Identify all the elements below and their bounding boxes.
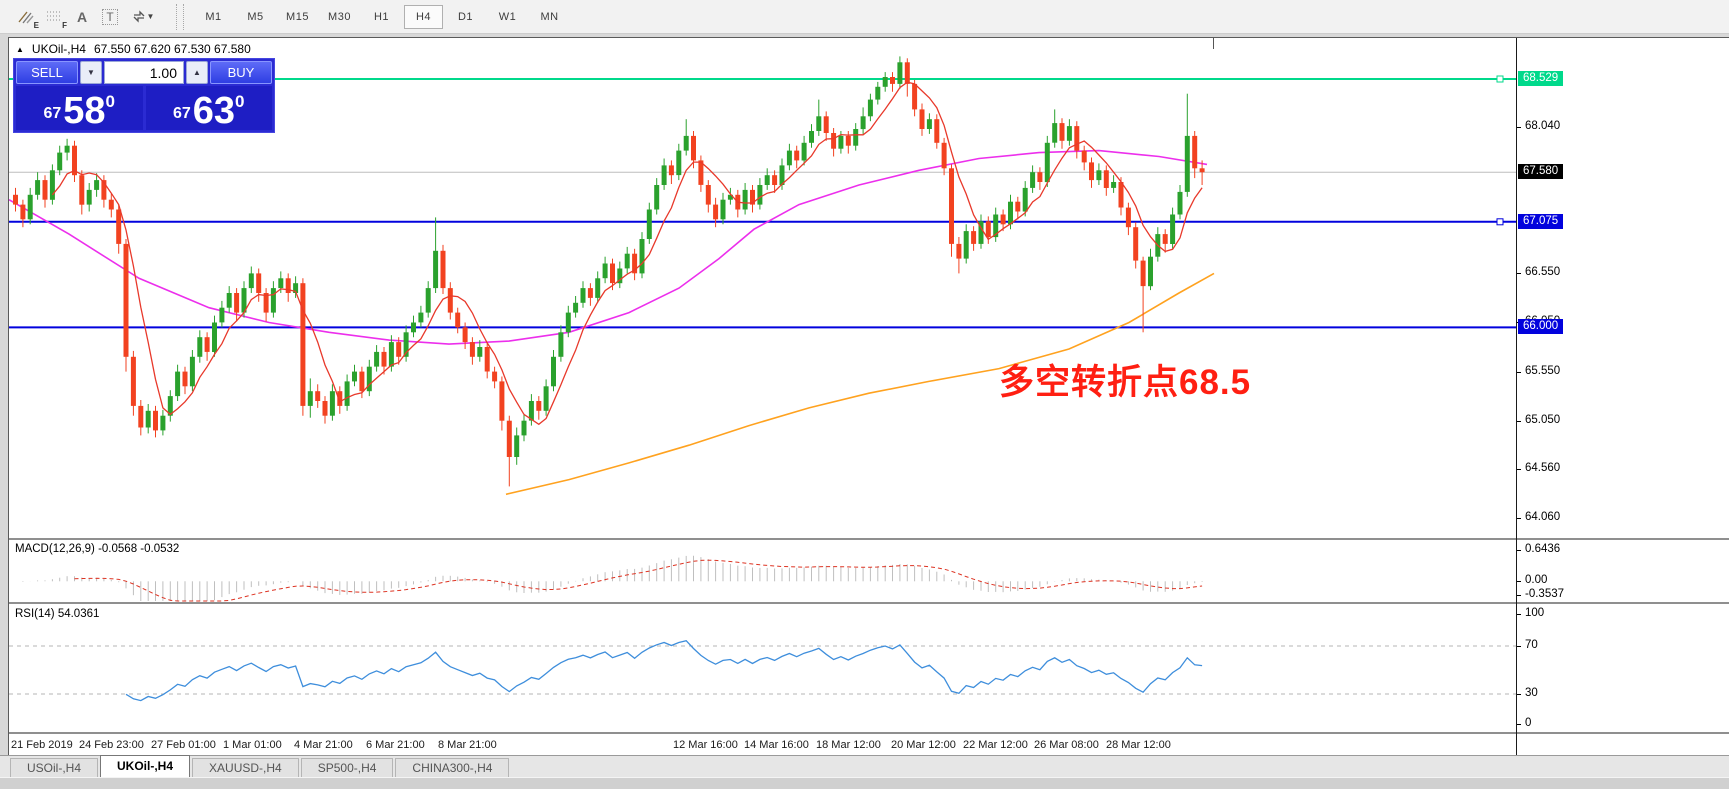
text-tool-icon[interactable]: A (68, 4, 96, 29)
price-axis-badge: 66.000 (1518, 319, 1563, 334)
time-axis-label: 26 Mar 08:00 (1034, 739, 1099, 751)
tool-t-label: T (102, 9, 117, 25)
chart-window: 68.04066.55066.05065.55065.05064.56064.0… (8, 37, 1729, 757)
time-axis-label: 24 Feb 23:00 (79, 739, 144, 751)
sell-price-main: 58 (63, 95, 105, 127)
timeframe-button-d1[interactable]: D1 (446, 5, 485, 29)
time-axis-label: 27 Feb 01:00 (151, 739, 216, 751)
macd-indicator-label: MACD(12,26,9) -0.0568 -0.0532 (15, 543, 179, 555)
buy-button[interactable]: BUY (210, 61, 272, 84)
rsi-indicator-label: RSI(14) 54.0361 (15, 608, 99, 620)
chart-tab-usoil-h4[interactable]: USOil-,H4 (10, 758, 98, 777)
dotted-grid-icon (47, 10, 62, 23)
sell-price-sup: 0 (106, 92, 115, 112)
sell-price-display[interactable]: 67 58 0 (16, 86, 143, 130)
macd-axis-label: 0.00 (1517, 574, 1547, 586)
price-axis-label: 65.550 (1517, 365, 1560, 377)
timeframe-button-m5[interactable]: M5 (236, 5, 275, 29)
price-axis-label: 68.040 (1517, 120, 1560, 132)
time-axis-label: 18 Mar 12:00 (816, 739, 881, 751)
price-axis-label: 65.050 (1517, 414, 1560, 426)
ohlc-values: 67.550 67.620 67.530 67.580 (94, 42, 251, 56)
sell-price-prefix: 67 (43, 105, 61, 123)
chart-title: ▲ UKOil-,H4 67.550 67.620 67.530 67.580 (16, 42, 251, 56)
timeframe-group: M1M5M15M30H1H4D1W1MN (194, 5, 569, 29)
dropdown-caret-icon: ▼ (147, 12, 155, 21)
arrange-charts-tool-icon[interactable]: ▼ (124, 4, 162, 29)
time-axis-label: 21 Feb 2019 (11, 739, 73, 751)
chart-shift-marker (1213, 38, 1214, 49)
one-click-trading-panel: SELL ▼ ▲ BUY 67 58 0 67 63 0 (13, 58, 275, 133)
time-axis-label: 20 Mar 12:00 (891, 739, 956, 751)
mt4-terminal: E F A T ▼ M1M5M15M30H1H4D1W1MN (0, 0, 1729, 789)
price-axis[interactable]: 68.04066.55066.05065.55065.05064.56064.0… (1516, 38, 1729, 756)
chart-tab-sp500-h4[interactable]: SP500-,H4 (301, 758, 394, 777)
time-axis-label: 28 Mar 12:00 (1106, 739, 1171, 751)
macd-axis-label: 0.6436 (1517, 543, 1560, 555)
rsi-axis-label: 30 (1517, 687, 1538, 699)
time-axis-label: 6 Mar 21:00 (366, 739, 425, 751)
double-arrow-icon (132, 10, 146, 23)
macd-pane-canvas[interactable] (9, 540, 1516, 602)
chart-tab-china300-h4[interactable]: CHINA300-,H4 (395, 758, 509, 777)
sell-button[interactable]: SELL (16, 61, 78, 84)
time-axis-label: 14 Mar 16:00 (744, 739, 809, 751)
toolbar-separator[interactable] (176, 4, 184, 30)
pane-splitter-macd[interactable] (9, 538, 1729, 540)
buy-price-sup: 0 (235, 92, 244, 112)
text-label-tool-icon[interactable]: T (96, 4, 124, 29)
symbol-period-label: UKOil-,H4 (32, 42, 86, 56)
chart-tab-xauusd-h4[interactable]: XAUUSD-,H4 (192, 758, 299, 777)
draw-lines-tool-icon[interactable]: E (12, 4, 40, 29)
timeframe-button-m15[interactable]: M15 (278, 5, 317, 29)
fibonacci-grid-tool-icon[interactable]: F (40, 4, 68, 29)
buy-price-main: 63 (193, 95, 235, 127)
macd-axis-label: -0.3537 (1517, 588, 1564, 600)
time-axis-label: 1 Mar 01:00 (223, 739, 282, 751)
timeframe-button-h1[interactable]: H1 (362, 5, 401, 29)
chart-tab-bar: USOil-,H4UKOil-,H4XAUUSD-,H4SP500-,H4CHI… (0, 755, 1729, 777)
timeframe-button-m1[interactable]: M1 (194, 5, 233, 29)
volume-increase-button[interactable]: ▲ (186, 61, 208, 84)
rsi-axis-label: 100 (1517, 607, 1544, 619)
volume-decrease-button[interactable]: ▼ (80, 61, 102, 84)
status-strip (0, 777, 1729, 789)
time-axis[interactable]: 21 Feb 2019 24 Feb 23:00 27 Feb 01:00 1 Mar… (9, 734, 1516, 756)
timeframe-button-h4[interactable]: H4 (404, 5, 443, 29)
chart-text-annotation: 多空转折点68.5 (999, 354, 1251, 405)
collapse-triangle-icon[interactable]: ▲ (16, 45, 24, 54)
tool-e-label: E (34, 21, 39, 30)
timeframe-button-mn[interactable]: MN (530, 5, 569, 29)
time-axis-label: 12 Mar 16:00 (673, 739, 738, 751)
diagonal-lines-icon (18, 10, 34, 24)
rsi-axis-label: 70 (1517, 639, 1538, 651)
timeframe-button-w1[interactable]: W1 (488, 5, 527, 29)
tool-f-label: F (62, 21, 67, 30)
price-axis-badge: 67.075 (1518, 214, 1563, 229)
chart-tab-ukoil-h4[interactable]: UKOil-,H4 (100, 755, 190, 777)
rsi-axis-label: 0 (1517, 717, 1531, 729)
time-axis-label: 4 Mar 21:00 (294, 739, 353, 751)
price-axis-label: 64.060 (1517, 511, 1560, 523)
volume-input[interactable] (104, 61, 184, 84)
time-axis-label: 8 Mar 21:00 (438, 739, 497, 751)
price-axis-badge: 68.529 (1518, 71, 1563, 86)
timeframe-button-m30[interactable]: M30 (320, 5, 359, 29)
time-axis-label: 22 Mar 12:00 (963, 739, 1028, 751)
toolbar: E F A T ▼ M1M5M15M30H1H4D1W1MN (0, 0, 1729, 34)
tool-a-label: A (77, 9, 87, 25)
price-axis-label: 66.550 (1517, 266, 1560, 278)
pane-splitter-rsi[interactable] (9, 602, 1729, 604)
rsi-pane-canvas[interactable] (9, 604, 1516, 732)
buy-price-display[interactable]: 67 63 0 (146, 86, 273, 130)
price-axis-label: 64.560 (1517, 462, 1560, 474)
price-axis-badge: 67.580 (1518, 164, 1563, 179)
buy-price-prefix: 67 (173, 105, 191, 123)
